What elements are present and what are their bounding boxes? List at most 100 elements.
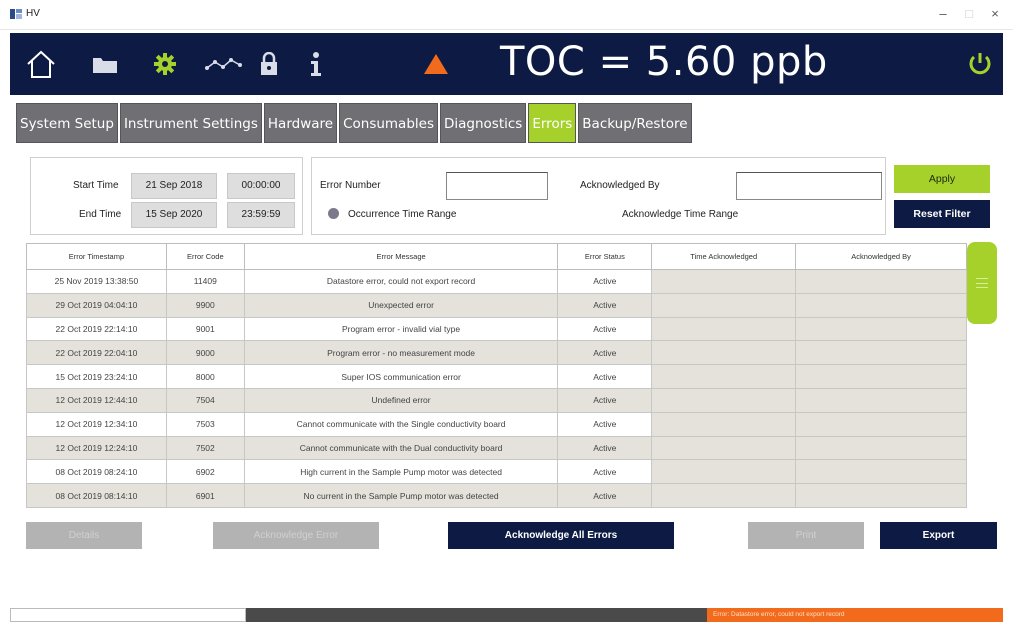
trend-icon[interactable] [204, 47, 244, 81]
cell-time-acknowledged [651, 316, 797, 342]
cell-acknowledged-by [795, 292, 967, 318]
cell-message: Cannot communicate with the Single condu… [243, 411, 559, 437]
tab-hardware[interactable]: Hardware [263, 103, 338, 143]
cell-timestamp: 22 Oct 2019 22:14:10 [26, 316, 167, 342]
status-error-message[interactable]: Error: Datastore error, could not export… [707, 608, 1003, 622]
print-button[interactable]: Print [748, 522, 864, 549]
end-time-button[interactable]: 23:59:59 [227, 202, 295, 228]
table-row[interactable]: 15 Oct 2019 23:24:10 8000 Super IOS commun… [26, 364, 967, 389]
cell-status: Active [557, 459, 653, 485]
cell-time-acknowledged [651, 269, 797, 294]
table-header-row: Error Timestamp Error Code Error Message… [26, 243, 967, 270]
acknowledged-by-label: Acknowledged By [580, 180, 660, 191]
table-row[interactable]: 08 Oct 2019 08:24:10 6902 High current in … [26, 459, 967, 485]
folder-icon[interactable] [90, 47, 120, 81]
cell-time-acknowledged [651, 364, 797, 389]
occurrence-range-radio[interactable] [328, 208, 339, 219]
end-date-button[interactable]: 15 Sep 2020 [131, 202, 217, 228]
acknowledged-by-input[interactable] [736, 172, 882, 200]
table-row[interactable]: 12 Oct 2019 12:34:10 7503 Cannot communica… [26, 411, 967, 437]
cell-message: Program error - no measurement mode [243, 340, 559, 366]
apply-button[interactable]: Apply [894, 165, 990, 193]
lock-icon[interactable] [257, 47, 281, 81]
cell-message: High current in the Sample Pump motor wa… [243, 459, 559, 485]
gear-icon[interactable] [150, 47, 180, 81]
error-filter-panel: Error Number Acknowledged By Occurrence … [311, 157, 886, 235]
tab-diagnostics[interactable]: Diagnostics [440, 103, 527, 143]
cell-acknowledged-by [795, 316, 967, 342]
cell-status: Active [557, 387, 653, 413]
table-row[interactable]: 22 Oct 2019 22:14:10 9001 Program error - … [26, 316, 967, 342]
app-icon [10, 9, 22, 19]
col-error-message[interactable]: Error Message [243, 243, 559, 270]
cell-acknowledged-by [795, 364, 967, 389]
cell-code: 9900 [165, 292, 245, 318]
col-error-status[interactable]: Error Status [557, 243, 653, 270]
error-number-label: Error Number [320, 180, 381, 191]
acknowledge-range-label: Acknowledge Time Range [622, 209, 739, 220]
cell-message: Undefined error [243, 387, 559, 413]
start-date-button[interactable]: 21 Sep 2018 [131, 173, 217, 199]
scroll-handle[interactable] [967, 242, 997, 324]
cell-timestamp: 15 Oct 2019 23:24:10 [26, 364, 167, 389]
export-button[interactable]: Export [880, 522, 997, 549]
cell-code: 11409 [165, 269, 245, 294]
error-number-input[interactable] [446, 172, 548, 200]
acknowledge-error-button[interactable]: Acknowledge Error [213, 522, 379, 549]
reset-filter-button[interactable]: Reset Filter [894, 200, 990, 228]
cell-acknowledged-by [795, 387, 967, 413]
table-row[interactable]: 08 Oct 2019 08:14:10 6901 No current in th… [26, 483, 967, 508]
cell-status: Active [557, 435, 653, 461]
cell-time-acknowledged [651, 340, 797, 366]
tab-errors[interactable]: Errors [528, 103, 577, 143]
cell-time-acknowledged [651, 435, 797, 461]
cell-timestamp: 08 Oct 2019 08:24:10 [26, 459, 167, 485]
table-row[interactable]: 12 Oct 2019 12:44:10 7504 Undefined error A… [26, 387, 967, 413]
cell-timestamp: 22 Oct 2019 22:04:10 [26, 340, 167, 366]
col-error-timestamp[interactable]: Error Timestamp [26, 243, 167, 270]
tab-backup-restore[interactable]: Backup/Restore [578, 103, 692, 143]
col-error-code[interactable]: Error Code [165, 243, 245, 270]
cell-message: No current in the Sample Pump motor was … [243, 483, 559, 508]
start-time-label: Start Time [73, 180, 119, 191]
cell-timestamp: 12 Oct 2019 12:24:10 [26, 435, 167, 461]
table-row[interactable]: 12 Oct 2019 12:24:10 7502 Cannot communica… [26, 435, 967, 461]
cell-acknowledged-by [795, 483, 967, 508]
app-window: HV – □ × TOC = 5.60 ppb System Setup Ins… [0, 0, 1013, 622]
warning-icon[interactable] [422, 47, 450, 81]
end-time-label: End Time [79, 209, 122, 220]
cell-timestamp: 12 Oct 2019 12:34:10 [26, 411, 167, 437]
cell-status: Active [557, 364, 653, 389]
minimize-button[interactable]: – [932, 4, 954, 24]
details-button[interactable]: Details [26, 522, 142, 549]
cell-code: 6902 [165, 459, 245, 485]
grip-icon [976, 278, 988, 288]
maximize-button[interactable]: □ [958, 4, 980, 24]
tab-consumables[interactable]: Consumables [339, 103, 438, 143]
cell-status: Active [557, 411, 653, 437]
toc-reading: TOC = 5.60 ppb [500, 39, 828, 85]
home-icon[interactable] [24, 47, 58, 81]
power-icon[interactable] [966, 47, 994, 81]
cell-time-acknowledged [651, 387, 797, 413]
cell-code: 7503 [165, 411, 245, 437]
cell-time-acknowledged [651, 459, 797, 485]
title-bar: HV – □ × [0, 0, 1013, 30]
error-table: Error Timestamp Error Code Error Message… [26, 243, 967, 508]
tab-instrument-settings[interactable]: Instrument Settings [119, 103, 262, 143]
cell-message: Program error - invalid vial type [243, 316, 559, 342]
table-row[interactable]: 29 Oct 2019 04:04:10 9900 Unexpected error… [26, 292, 967, 318]
close-button[interactable]: × [984, 4, 1006, 24]
table-row[interactable]: 25 Nov 2019 13:38:50 11409 Datastore error… [26, 269, 967, 294]
cell-acknowledged-by [795, 269, 967, 294]
start-time-button[interactable]: 00:00:00 [227, 173, 295, 199]
acknowledge-all-button[interactable]: Acknowledge All Errors [448, 522, 674, 549]
col-acknowledged-by[interactable]: Acknowledged By [795, 243, 967, 270]
tab-system-setup[interactable]: System Setup [16, 103, 118, 143]
table-row[interactable]: 22 Oct 2019 22:04:10 9000 Program error - … [26, 340, 967, 366]
info-icon[interactable] [304, 47, 328, 81]
cell-time-acknowledged [651, 292, 797, 318]
cell-timestamp: 25 Nov 2019 13:38:50 [26, 269, 167, 294]
cell-time-acknowledged [651, 483, 797, 508]
col-time-acknowledged[interactable]: Time Acknowledged [651, 243, 797, 270]
